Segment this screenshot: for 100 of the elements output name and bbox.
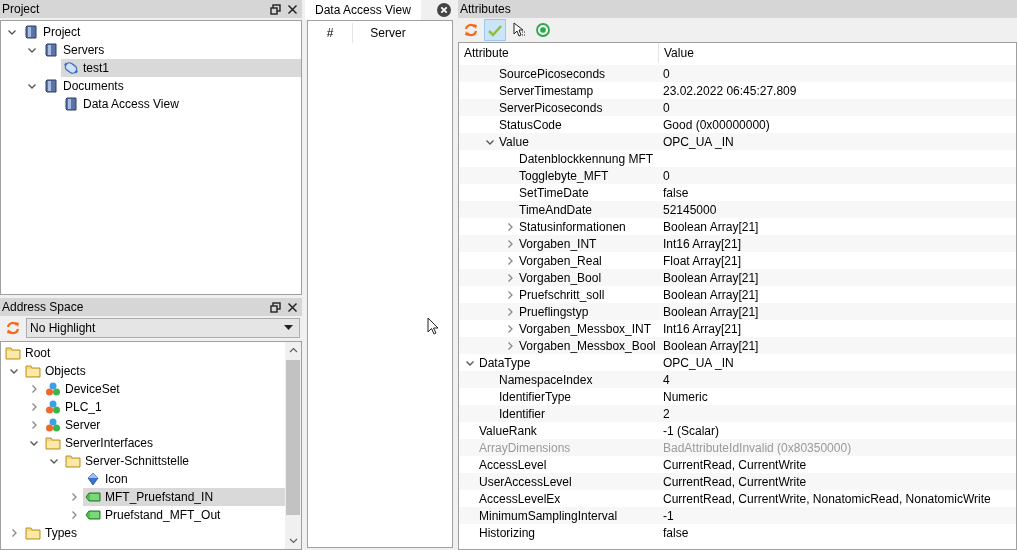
folder-icon [25, 525, 41, 541]
tree-item[interactable]: Project [21, 23, 301, 41]
panel-title: Project [2, 2, 41, 16]
attribute-name: SourcePicoseconds [499, 66, 606, 81]
chevron-right-icon[interactable] [29, 384, 39, 394]
attribute-name: IdentifierType [499, 389, 572, 404]
attribute-name: UserAccessLevel [479, 474, 572, 489]
attribute-value: Boolean Array[21] [662, 219, 760, 234]
chevron-right-icon[interactable] [29, 402, 39, 412]
tree-item[interactable]: test1 [61, 59, 301, 77]
chevron-down-icon[interactable] [27, 45, 37, 55]
attribute-value: 4 [662, 372, 671, 387]
column-header[interactable]: Value [659, 43, 1016, 63]
attribute-value: Boolean Array[21] [662, 270, 760, 285]
tree-item[interactable]: Objects [23, 362, 285, 380]
attribute-value: 52145000 [662, 202, 718, 217]
scrollbar-thumb[interactable] [286, 360, 300, 515]
restore-icon[interactable] [270, 301, 281, 313]
close-icon[interactable] [287, 3, 298, 15]
column-header[interactable]: Attribute [459, 43, 659, 63]
attribute-name: DataType [479, 355, 531, 370]
chevron-down-icon[interactable] [7, 27, 17, 37]
chevron-right-icon[interactable] [9, 528, 19, 538]
attribute-value: Boolean Array[21] [662, 304, 760, 319]
chevron-right-icon[interactable] [69, 492, 79, 502]
spheres-icon [45, 417, 61, 433]
attribute-value: 0 [662, 168, 671, 183]
pointer-tree-icon [511, 22, 527, 38]
attribute-value: -1 [662, 508, 675, 523]
book-icon [43, 42, 59, 58]
tree-item[interactable]: Data Access View [61, 95, 301, 113]
chevron-right-icon[interactable] [505, 340, 515, 351]
highlight-dropdown[interactable]: No Highlight [26, 318, 300, 338]
mouse-pointer-icon [427, 317, 439, 335]
tree-item[interactable]: Server [43, 416, 285, 434]
close-icon[interactable] [437, 3, 451, 17]
tree-item[interactable]: Icon [83, 470, 285, 488]
tab[interactable]: Data Access View [305, 0, 421, 20]
spheres-icon [45, 399, 61, 415]
connector-icon [63, 60, 79, 76]
chevron-down-icon[interactable] [9, 366, 19, 376]
attribute-value: Float Array[21] [662, 253, 743, 268]
chevron-down-icon[interactable] [49, 456, 59, 466]
chevron-right-icon[interactable] [69, 510, 79, 520]
attribute-name: AccessLevel [479, 457, 547, 472]
column-header[interactable]: # [308, 23, 353, 43]
book-icon [63, 96, 79, 112]
attribute-name: SetTimeDate [519, 185, 589, 200]
chevron-right-icon[interactable] [505, 255, 515, 266]
attribute-name: Pruefschritt_soll [519, 287, 605, 302]
tree-item[interactable]: ServerInterfaces [43, 434, 285, 452]
attribute-name: Vorgaben_Messbox_Bool [519, 338, 656, 353]
tree-item[interactable]: Documents [41, 77, 301, 95]
book-icon [23, 24, 39, 40]
attribute-name: Statusinformationen [519, 219, 626, 234]
attribute-value: Boolean Array[21] [662, 338, 760, 353]
chevron-right-icon[interactable] [505, 323, 515, 334]
attribute-value: Good (0x00000000) [662, 117, 771, 132]
tree-item[interactable]: Types [23, 524, 285, 542]
attribute-value: Boolean Array[21] [662, 287, 760, 302]
tree-item[interactable]: Pruefstand_MFT_Out [83, 506, 285, 524]
scrollbar[interactable] [285, 342, 301, 549]
tree-item[interactable]: Root [3, 344, 285, 362]
restore-icon[interactable] [270, 3, 281, 15]
attribute-value: CurrentRead, CurrentWrite, NonatomicRead, NonatomicWrite [662, 491, 992, 506]
attribute-name: ValueRank [479, 423, 537, 438]
refresh-icon [5, 320, 21, 336]
panel-title: Address Space [2, 300, 85, 314]
tree-item[interactable]: PLC_1 [43, 398, 285, 416]
attribute-name: Prueflingstyp [519, 304, 589, 319]
attribute-value: false [662, 185, 690, 200]
attribute-value: false [662, 525, 690, 540]
target-icon [535, 22, 551, 38]
tree-item[interactable]: MFT_Pruefstand_IN [83, 488, 285, 506]
folder-icon [45, 435, 61, 451]
diamond-icon [85, 471, 101, 487]
attribute-value: OPC_UA _IN [662, 355, 735, 370]
chevron-right-icon[interactable] [505, 306, 515, 317]
tree-item[interactable]: Servers [41, 41, 301, 59]
attribute-name: Vorgaben_Messbox_INT [519, 321, 652, 336]
scroll-up-icon[interactable] [288, 347, 298, 353]
attribute-name: Vorgaben_Real [519, 253, 602, 268]
attribute-name: ServerTimestamp [499, 83, 594, 98]
chevron-right-icon[interactable] [505, 238, 515, 249]
chevron-right-icon[interactable] [505, 272, 515, 283]
chevron-down-icon[interactable] [29, 438, 39, 448]
attribute-value: 23.02.2022 06:45:27.809 [662, 83, 798, 98]
chevron-right-icon[interactable] [29, 420, 39, 430]
scroll-down-icon[interactable] [288, 538, 298, 544]
chevron-right-icon[interactable] [505, 221, 515, 232]
attribute-name: Value [499, 134, 529, 149]
attribute-name: MinimumSamplingInterval [479, 508, 618, 523]
attribute-value: 2 [662, 406, 671, 421]
chevron-down-icon[interactable] [27, 81, 37, 91]
tree-item[interactable]: Server-Schnittstelle [63, 452, 285, 470]
chevron-right-icon[interactable] [505, 289, 515, 300]
column-header[interactable]: Server [353, 23, 423, 43]
attribute-value: Int16 Array[21] [662, 236, 743, 251]
close-icon[interactable] [287, 301, 298, 313]
tree-item[interactable]: DeviceSet [43, 380, 285, 398]
